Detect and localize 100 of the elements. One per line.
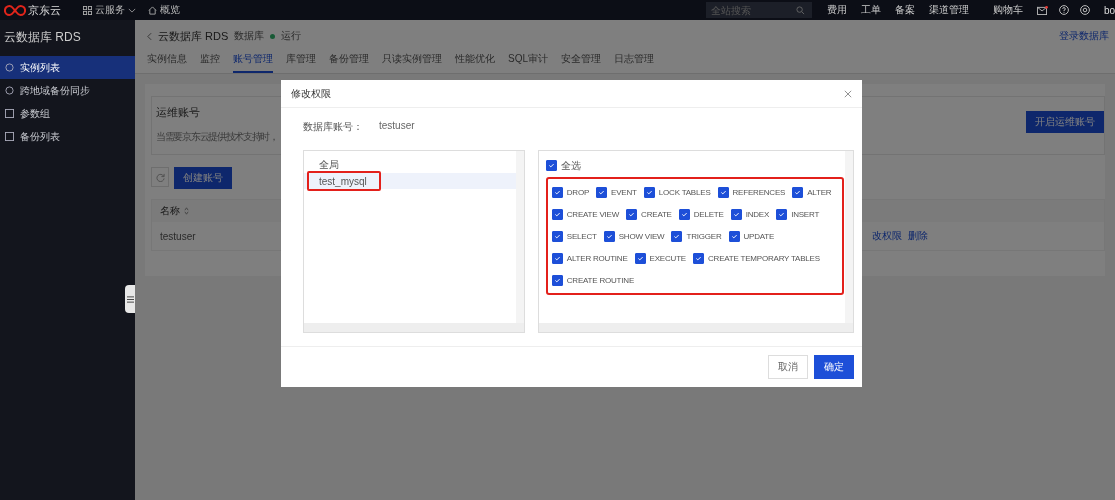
tab[interactable]: 只读实例管理 <box>382 52 442 73</box>
account-label: 数据库账号： <box>303 120 363 134</box>
table-cell: testuser <box>160 230 196 242</box>
database-item[interactable]: test_mysql <box>304 173 516 189</box>
sidebar-item[interactable]: 备份列表 <box>0 125 135 148</box>
privilege-checkbox[interactable]: CREATE ROUTINE <box>551 274 635 287</box>
checkmark-icon <box>553 211 561 218</box>
privilege-checkbox[interactable]: SELECT <box>551 230 597 243</box>
checkbox[interactable] <box>596 187 608 198</box>
privilege-checkbox[interactable]: CREATE VIEW <box>551 208 620 221</box>
home-icon <box>148 5 157 15</box>
tab[interactable]: 库管理 <box>286 52 316 73</box>
close-icon[interactable] <box>844 89 852 98</box>
checkbox[interactable] <box>693 253 704 264</box>
dialog-title: 修改权限 <box>291 86 331 101</box>
sidebar-item[interactable]: 跨地域备份同步 <box>0 79 135 102</box>
checkbox[interactable] <box>626 209 638 220</box>
enable-ops-account-button[interactable]: 开启运维账号 <box>1026 111 1104 133</box>
checkmark-icon <box>778 211 786 218</box>
checkmark-icon <box>547 162 555 169</box>
help-icon[interactable] <box>1058 5 1069 15</box>
privilege-checkbox[interactable]: DELETE <box>678 208 724 221</box>
grid-icon <box>83 5 92 15</box>
checkbox[interactable] <box>678 209 690 220</box>
chevron-down-icon <box>128 7 136 13</box>
vertical-scrollbar[interactable] <box>845 151 853 323</box>
checkbox[interactable] <box>551 187 563 198</box>
tab[interactable]: 日志管理 <box>614 52 654 73</box>
column-header[interactable]: 名称 <box>160 204 180 218</box>
privilege-checkbox[interactable]: ALTER <box>792 186 832 199</box>
privilege-checkbox[interactable]: SHOW VIEW <box>603 230 665 243</box>
top-nav-link[interactable]: 备案 <box>894 3 915 17</box>
privilege-checkbox[interactable]: INDEX <box>730 208 770 221</box>
cloud-services-menu[interactable]: 云服务 <box>83 3 136 17</box>
account-value: testuser <box>379 120 415 133</box>
ops-account-title: 运维账号 <box>156 105 201 120</box>
logo-icon <box>4 3 26 17</box>
checkmark-icon <box>553 233 561 240</box>
row-action-link[interactable]: 改权限 <box>872 229 902 243</box>
tab[interactable]: 监控 <box>200 52 220 73</box>
checkmark-icon <box>553 255 561 262</box>
top-nav-link[interactable]: 渠道管理 <box>928 3 969 17</box>
privilege-checkbox[interactable]: DROP <box>551 186 590 199</box>
page-subtitle: 数据库 <box>234 29 265 43</box>
tab[interactable]: 安全管理 <box>561 52 601 73</box>
checkbox[interactable] <box>671 231 683 242</box>
checkbox[interactable] <box>551 253 563 264</box>
privilege-checkbox[interactable]: TRIGGER <box>671 230 722 243</box>
privilege-checkbox[interactable]: UPDATE <box>728 230 775 243</box>
checkbox[interactable] <box>730 209 742 220</box>
top-nav-link[interactable]: 费用 <box>826 3 847 17</box>
select-all-checkbox[interactable]: 全选 <box>545 159 845 172</box>
checkbox[interactable] <box>545 160 557 171</box>
user-name[interactable]: bo <box>1103 4 1115 16</box>
create-account-button[interactable]: 创建账号 <box>174 167 232 189</box>
tab[interactable]: SQL审计 <box>508 52 548 73</box>
row-action-link[interactable]: 删除 <box>908 229 928 243</box>
checkmark-icon <box>732 211 740 218</box>
privilege-checkbox[interactable]: REFERENCES <box>717 186 786 199</box>
privilege-checkbox[interactable]: ALTER ROUTINE <box>551 252 628 265</box>
horizontal-scrollbar[interactable] <box>304 323 524 332</box>
checkbox[interactable] <box>643 187 655 198</box>
sidebar-item[interactable]: 实例列表 <box>0 56 135 79</box>
top-nav-link[interactable]: 购物车 <box>992 3 1023 17</box>
checkbox[interactable] <box>551 209 563 220</box>
tab[interactable]: 备份管理 <box>329 52 369 73</box>
privilege-checkbox[interactable]: CREATE <box>626 208 672 221</box>
mail-icon[interactable] <box>1036 5 1048 15</box>
checkmark-icon <box>645 189 653 196</box>
login-database-link[interactable]: 登录数据库 <box>1059 29 1109 43</box>
tab[interactable]: 实例信息 <box>147 52 187 73</box>
checkbox[interactable] <box>792 187 804 198</box>
settings-icon[interactable] <box>1079 5 1090 15</box>
database-item[interactable]: 全局 <box>304 157 516 173</box>
privilege-checkbox[interactable]: CREATE TEMPORARY TABLES <box>693 252 820 265</box>
checkbox[interactable] <box>551 231 563 242</box>
confirm-button[interactable]: 确定 <box>814 355 854 379</box>
checkmark-icon <box>605 233 613 240</box>
tab[interactable]: 性能优化 <box>455 52 495 73</box>
menu-item-icon <box>5 109 14 118</box>
privilege-checkbox[interactable]: EVENT <box>596 186 637 199</box>
top-nav-link[interactable]: 工单 <box>860 3 881 17</box>
cancel-button[interactable]: 取消 <box>768 355 808 379</box>
menu-icon <box>126 295 134 303</box>
checkmark-icon <box>695 255 702 262</box>
checkmark-icon <box>730 233 738 240</box>
sidebar-item[interactable]: 参数组 <box>0 102 135 125</box>
privilege-checkbox[interactable]: LOCK TABLES <box>643 186 711 199</box>
collapse-handle[interactable] <box>125 285 135 313</box>
checkbox[interactable] <box>728 231 740 242</box>
privilege-checkbox[interactable]: INSERT <box>776 208 820 221</box>
checkbox[interactable] <box>603 231 615 242</box>
vertical-scrollbar[interactable] <box>515 151 524 323</box>
checkbox[interactable] <box>776 209 788 220</box>
overview-link[interactable]: 概览 <box>148 3 180 17</box>
privilege-checkbox[interactable]: EXECUTE <box>634 252 686 265</box>
checkbox[interactable] <box>717 187 729 198</box>
checkbox[interactable] <box>634 253 646 264</box>
horizontal-scrollbar[interactable] <box>538 323 853 332</box>
checkbox[interactable] <box>551 275 563 286</box>
